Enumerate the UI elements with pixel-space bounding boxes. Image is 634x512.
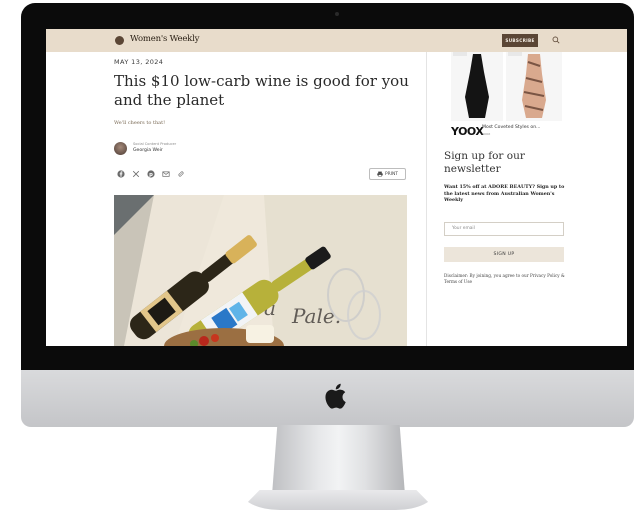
yoox-logo[interactable]: YOOX [451,125,484,138]
facebook-icon[interactable] [117,170,125,178]
author-role: Social Content Producer [133,142,177,146]
signup-button[interactable]: SIGN UP [444,247,564,262]
article-subtitle: We'll cheers to that! [114,120,166,126]
camera-icon [335,12,339,16]
ad-product-image-dress-black[interactable] [451,52,503,121]
newsletter-title: Sign up for our newsletter [444,150,525,175]
stand-neck [272,425,405,495]
x-icon[interactable] [132,170,140,178]
printer-icon [377,171,383,177]
screen: Women's Weekly SUBSCRIBE MAY 13, 2024 Th… [46,29,627,346]
link-icon[interactable] [177,170,185,178]
pinterest-icon[interactable]: p [147,170,155,178]
ad-product-image-dress-print[interactable] [506,52,562,121]
brand-logo-icon[interactable] [115,36,124,45]
article-date: MAY 13, 2024 [114,58,164,66]
email-input[interactable]: Your email [444,222,564,236]
newsletter-offer-text: Want 15% off at ADORE BEAUTY? Sign up to… [444,184,565,204]
svg-text:Pale.: Pale. [291,304,341,328]
author-name[interactable]: Georgia Weir [133,148,163,153]
article-hero-image: a Pale. [114,195,407,346]
brand-logo-text[interactable]: Women's Weekly [130,34,199,44]
subscribe-button[interactable]: SUBSCRIBE [502,34,538,47]
apple-logo-icon [325,383,346,409]
print-label: PRINT [385,171,398,177]
ad-caption[interactable]: Most Coveted Styles on... [482,125,541,130]
search-icon[interactable] [552,36,560,44]
article-headline: This $10 low-carb wine is good for you a… [114,72,409,109]
newsletter-disclaimer: Disclaimer: By joining, you agree to our… [444,273,565,284]
sidebar-ad[interactable] [448,52,562,123]
column-divider [426,52,427,346]
author-avatar[interactable] [114,142,127,155]
email-icon[interactable] [162,170,170,178]
print-button[interactable]: PRINT [369,168,406,180]
stand-foot [240,490,436,510]
site-header: Women's Weekly SUBSCRIBE [46,29,627,52]
ad-sub-label: YOOX [482,132,491,136]
svg-text:p: p [149,172,153,178]
share-bar: p [117,170,185,178]
